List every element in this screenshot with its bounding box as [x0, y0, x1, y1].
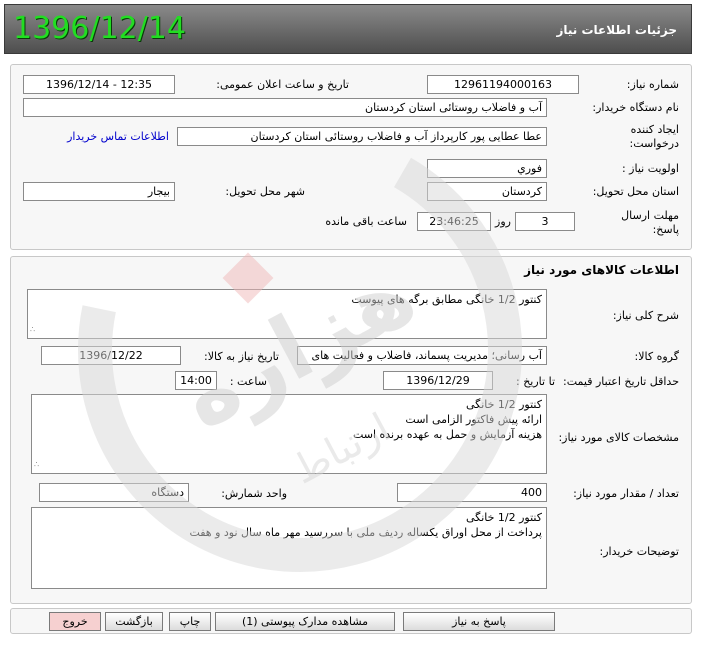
back-button[interactable]: بازگشت — [105, 612, 163, 631]
announce-date-field[interactable]: 1396/12/14 - 12:35 — [23, 75, 175, 94]
need-date-label: تاریخ نیاز به کالا: — [204, 350, 279, 363]
resize-grip-icon[interactable]: ∴ — [34, 457, 39, 472]
general-desc-text: کنتور 1/2 خانگی مطابق برگه های پیوست — [351, 293, 542, 306]
buyer-org-label: نام دستگاه خریدار: — [592, 101, 679, 114]
validity-time-label: ساعت : — [229, 375, 267, 388]
need-info-panel: شماره نیاز: 12961194000163 تاریخ و ساعت … — [10, 64, 692, 250]
creator-label: ایجاد کننده درخواست: — [599, 123, 679, 151]
specs-label: مشخصات کالای مورد نیاز: — [558, 431, 679, 444]
deadline-label-text: مهلت ارسال پاسخ: — [621, 209, 679, 236]
reply-button[interactable]: پاسخ به نیاز — [403, 612, 555, 631]
specs-field[interactable]: کنتور 1/2 خانگی ارائه پیش فاکتور الزامی … — [31, 394, 547, 474]
city-field[interactable]: بیجار — [23, 182, 175, 201]
general-desc-label: شرح کلی نیاز: — [612, 309, 679, 322]
creator-field[interactable]: عطا عطایی پور کارپرداز آب و فاضلاب روستا… — [177, 127, 547, 146]
province-field[interactable]: کردستان — [427, 182, 547, 201]
goods-section-title: اطلاعات کالاهای مورد نیاز — [524, 263, 679, 277]
to-date-label: تا تاریخ : — [516, 375, 555, 388]
deadline-time-field[interactable]: 23:46:25 — [417, 212, 491, 231]
announce-date-label: تاریخ و ساعت اعلان عمومی: — [216, 78, 349, 91]
unit-label: واحد شمارش: — [221, 487, 287, 500]
specs-text: کنتور 1/2 خانگی ارائه پیش فاکتور الزامی … — [352, 398, 542, 441]
deadline-days-field[interactable]: 3 — [515, 212, 575, 231]
print-button[interactable]: چاپ — [169, 612, 211, 631]
goods-group-field[interactable]: آب رسانی؛ مدیریت پسماند، فاضلاب و فعالیت… — [297, 346, 547, 365]
priority-label: اولویت نیاز : — [621, 162, 679, 175]
city-label: شهر محل تحویل: — [225, 185, 305, 198]
validity-date-field[interactable]: 1396/12/29 — [383, 371, 493, 390]
price-validity-label: حداقل تاریخ اعتبار قیمت: — [563, 375, 679, 388]
exit-button[interactable]: خروج — [49, 612, 101, 631]
creator-label-text: ایجاد کننده درخواست: — [629, 123, 679, 150]
action-bar: پاسخ به نیاز مشاهده مدارک پیوستی (1) چاپ… — [10, 608, 692, 634]
page-header: 1396/12/14 جزئیات اطلاعات نیاز — [4, 4, 692, 54]
unit-field[interactable]: دستگاه — [39, 483, 189, 502]
quantity-field[interactable]: 400 — [397, 483, 547, 502]
page-title: جزئیات اطلاعات نیاز — [556, 23, 677, 37]
priority-field[interactable]: فوري — [427, 159, 547, 178]
goods-info-panel: اطلاعات کالاهای مورد نیاز شرح کلی نیاز: … — [10, 256, 692, 604]
quantity-label: تعداد / مقدار مورد نیاز: — [573, 487, 679, 500]
buyer-notes-text: کنتور 1/2 خانگی پرداخت از محل اوراق یکسا… — [189, 511, 542, 539]
validity-time-field[interactable]: 14:00 — [175, 371, 217, 390]
buyer-notes-field[interactable]: کنتور 1/2 خانگی پرداخت از محل اوراق یکسا… — [31, 507, 547, 589]
buyer-org-field[interactable]: آب و فاضلاب روستائی استان کردستان — [23, 98, 547, 117]
need-date-field[interactable]: 1396/12/22 — [41, 346, 181, 365]
province-label: استان محل تحویل: — [592, 185, 679, 198]
resize-grip-icon[interactable]: ∴ — [30, 322, 35, 337]
remaining-text: ساعت باقی مانده — [325, 215, 407, 228]
need-number-field[interactable]: 12961194000163 — [427, 75, 579, 94]
buyer-notes-label: توضیحات خریدار: — [599, 545, 680, 558]
general-desc-field[interactable]: کنتور 1/2 خانگی مطابق برگه های پیوست ∴ — [27, 289, 547, 339]
goods-group-label: گروه کالا: — [634, 350, 679, 363]
buyer-contact-link[interactable]: اطلاعات تماس خریدار — [67, 130, 169, 143]
deadline-label: مهلت ارسال پاسخ: — [599, 209, 679, 237]
view-attachments-button[interactable]: مشاهده مدارک پیوستی (1) — [215, 612, 395, 631]
need-number-label: شماره نیاز: — [626, 78, 679, 91]
header-date: 1396/12/14 — [13, 11, 186, 46]
